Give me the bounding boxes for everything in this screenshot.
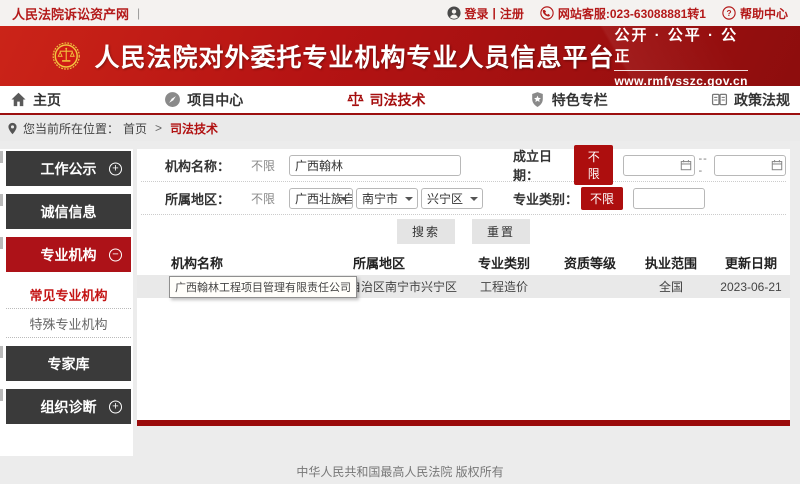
search-button[interactable]: 搜索 bbox=[397, 219, 455, 244]
topbar-divider: | bbox=[137, 6, 140, 20]
phone-icon bbox=[540, 6, 554, 20]
circle-plus-icon[interactable]: + bbox=[109, 400, 122, 413]
category-input[interactable] bbox=[633, 188, 705, 209]
org-updated-cell: 2023-06-21 bbox=[712, 280, 790, 294]
portal-site-link[interactable]: 人民法院诉讼资产网 bbox=[12, 4, 129, 23]
col-header-category: 专业类别 bbox=[458, 253, 550, 272]
sidebar-subitem-label: 常见专业机构 bbox=[29, 285, 107, 304]
sidebar-item-label: 诚信信息 bbox=[41, 202, 97, 222]
help-center-group[interactable]: ? 帮助中心 bbox=[722, 5, 788, 22]
district-select-value: 兴宁区 bbox=[427, 190, 463, 207]
col-header-region: 所属地区 bbox=[300, 253, 458, 272]
form-row-org-name: 机构名称： 不限 成立日期： 不限 --- bbox=[141, 149, 786, 182]
footer-copyright: 中华人民共和国最高人民法院 版权所有 bbox=[0, 456, 800, 480]
sidebar-item-integrity-info[interactable]: 诚信信息 bbox=[6, 194, 131, 229]
form-actions: 搜索 重置 bbox=[137, 215, 790, 243]
slogan-text: 公开 · 公平 · 公正 bbox=[614, 26, 748, 71]
sidebar-item-label: 专业机构 bbox=[41, 245, 97, 265]
hotline-text: 网站客服:023-63088881转1 bbox=[558, 5, 706, 22]
site-url: www.rmfysszc.gov.cn bbox=[614, 74, 748, 86]
sidebar-item-expert-pool[interactable]: 专家库 bbox=[6, 346, 131, 381]
svg-text:?: ? bbox=[726, 8, 731, 18]
sidebar-subitem-common-orgs[interactable]: 常见专业机构 bbox=[6, 280, 131, 309]
site-banner: 人民法院对外委托专业机构专业人员信息平台 公开 · 公平 · 公正 www.rm… bbox=[0, 26, 800, 86]
nav-item-policies[interactable]: 政策法规 bbox=[711, 90, 790, 110]
province-select-value: 广西壮族自治区 bbox=[295, 190, 353, 207]
region-label: 所属地区： bbox=[165, 189, 237, 208]
sidebar-item-professional-orgs[interactable]: 专业机构 − bbox=[6, 237, 131, 272]
nav-item-home[interactable]: 主页 bbox=[10, 90, 61, 110]
nav-label: 特色专栏 bbox=[552, 90, 608, 110]
court-emblem-icon bbox=[52, 33, 80, 79]
top-utility-bar: 人民法院诉讼资产网 | 登录 | 注册 网站客服:023-63088881转1 … bbox=[0, 0, 800, 26]
user-icon bbox=[447, 6, 461, 20]
login-register-divider: | bbox=[493, 6, 496, 20]
date-from-field bbox=[623, 155, 695, 176]
sidebar-item-work-publicity[interactable]: 工作公示 + bbox=[6, 151, 131, 186]
calendar-icon[interactable] bbox=[680, 159, 692, 171]
compass-icon bbox=[164, 91, 181, 108]
calendar-icon[interactable] bbox=[771, 159, 783, 171]
book-icon bbox=[711, 91, 728, 108]
sidebar-item-org-diagnosis[interactable]: 组织诊断 + bbox=[6, 389, 131, 424]
org-name-any-text[interactable]: 不限 bbox=[237, 157, 289, 174]
city-select[interactable]: 南宁市 bbox=[356, 188, 418, 209]
main-nav: 主页 项目中心 司法技术 特色专栏 政策法规 bbox=[0, 86, 800, 115]
login-register-group: 登录 | 注册 bbox=[447, 5, 524, 22]
col-header-org-name: 机构名称 bbox=[137, 253, 300, 272]
org-name-label: 机构名称： bbox=[165, 156, 237, 175]
location-pin-icon bbox=[6, 122, 19, 135]
table-header-row: 机构名称 所属地区 专业类别 资质等级 执业范围 更新日期 bbox=[137, 249, 790, 275]
region-any-text[interactable]: 不限 bbox=[237, 190, 289, 207]
district-select[interactable]: 兴宁区 bbox=[421, 188, 483, 209]
scales-icon bbox=[347, 91, 364, 108]
founding-date-label: 成立日期： bbox=[513, 146, 574, 184]
city-select-value: 南宁市 bbox=[362, 190, 398, 207]
nav-label: 政策法规 bbox=[734, 90, 790, 110]
sidebar-item-label: 专家库 bbox=[48, 354, 90, 374]
hotline-group: 网站客服:023-63088881转1 bbox=[540, 5, 706, 22]
sidebar-item-label: 组织诊断 bbox=[41, 397, 97, 417]
breadcrumb-current: 司法技术 bbox=[170, 120, 218, 137]
sidebar-subitem-special-orgs[interactable]: 特殊专业机构 bbox=[6, 309, 131, 338]
breadcrumb-separator: > bbox=[155, 121, 162, 135]
date-to-field bbox=[714, 155, 786, 176]
nav-label: 项目中心 bbox=[187, 90, 243, 110]
col-header-grade: 资质等级 bbox=[550, 253, 630, 272]
help-center-link[interactable]: 帮助中心 bbox=[740, 5, 788, 22]
founding-date-any-button[interactable]: 不限 bbox=[574, 145, 614, 185]
col-header-updated: 更新日期 bbox=[712, 253, 790, 272]
home-icon bbox=[10, 91, 27, 108]
date-range-separator: --- bbox=[698, 153, 711, 177]
breadcrumb: 您当前所在位置： 首页 > 司法技术 bbox=[0, 115, 800, 141]
help-icon: ? bbox=[722, 6, 736, 20]
sidebar-menu: 工作公示 + 诚信信息 专业机构 − 常见专业机构 特殊专业机构 专家库 组织诊… bbox=[0, 149, 133, 456]
reset-button[interactable]: 重置 bbox=[472, 219, 530, 244]
category-any-button[interactable]: 不限 bbox=[581, 187, 623, 210]
category-label: 专业类别： bbox=[513, 189, 581, 208]
nav-item-project-center[interactable]: 项目中心 bbox=[164, 90, 243, 110]
register-link[interactable]: 注册 bbox=[500, 5, 524, 22]
nav-label: 主页 bbox=[33, 90, 61, 110]
province-select[interactable]: 广西壮族自治区 bbox=[289, 188, 353, 209]
org-name-tooltip: 广西翰林工程项目管理有限责任公司 bbox=[169, 276, 357, 298]
org-name-input[interactable] bbox=[289, 155, 461, 176]
page-title: 人民法院对外委托专业机构专业人员信息平台 bbox=[94, 38, 614, 74]
org-scope-cell: 全国 bbox=[630, 278, 712, 295]
breadcrumb-prefix: 您当前所在位置： bbox=[23, 120, 119, 137]
nav-item-judicial-tech[interactable]: 司法技术 bbox=[347, 90, 426, 110]
badge-star-icon bbox=[529, 91, 546, 108]
sidebar-item-label: 工作公示 bbox=[41, 159, 97, 179]
breadcrumb-home-link[interactable]: 首页 bbox=[123, 120, 147, 137]
login-link[interactable]: 登录 bbox=[465, 5, 489, 22]
org-category-cell: 工程造价 bbox=[458, 278, 550, 295]
circle-minus-icon[interactable]: − bbox=[109, 248, 122, 261]
col-header-scope: 执业范围 bbox=[630, 253, 712, 272]
content-area: 工作公示 + 诚信信息 专业机构 − 常见专业机构 特殊专业机构 专家库 组织诊… bbox=[0, 141, 800, 456]
nav-label: 司法技术 bbox=[370, 90, 426, 110]
circle-plus-icon[interactable]: + bbox=[109, 162, 122, 175]
sidebar-subitem-label: 特殊专业机构 bbox=[29, 314, 107, 333]
form-row-region: 所属地区： 不限 广西壮族自治区 南宁市 兴宁区 专业类别： 不限 bbox=[141, 182, 786, 215]
nav-item-featured-column[interactable]: 特色专栏 bbox=[529, 90, 608, 110]
